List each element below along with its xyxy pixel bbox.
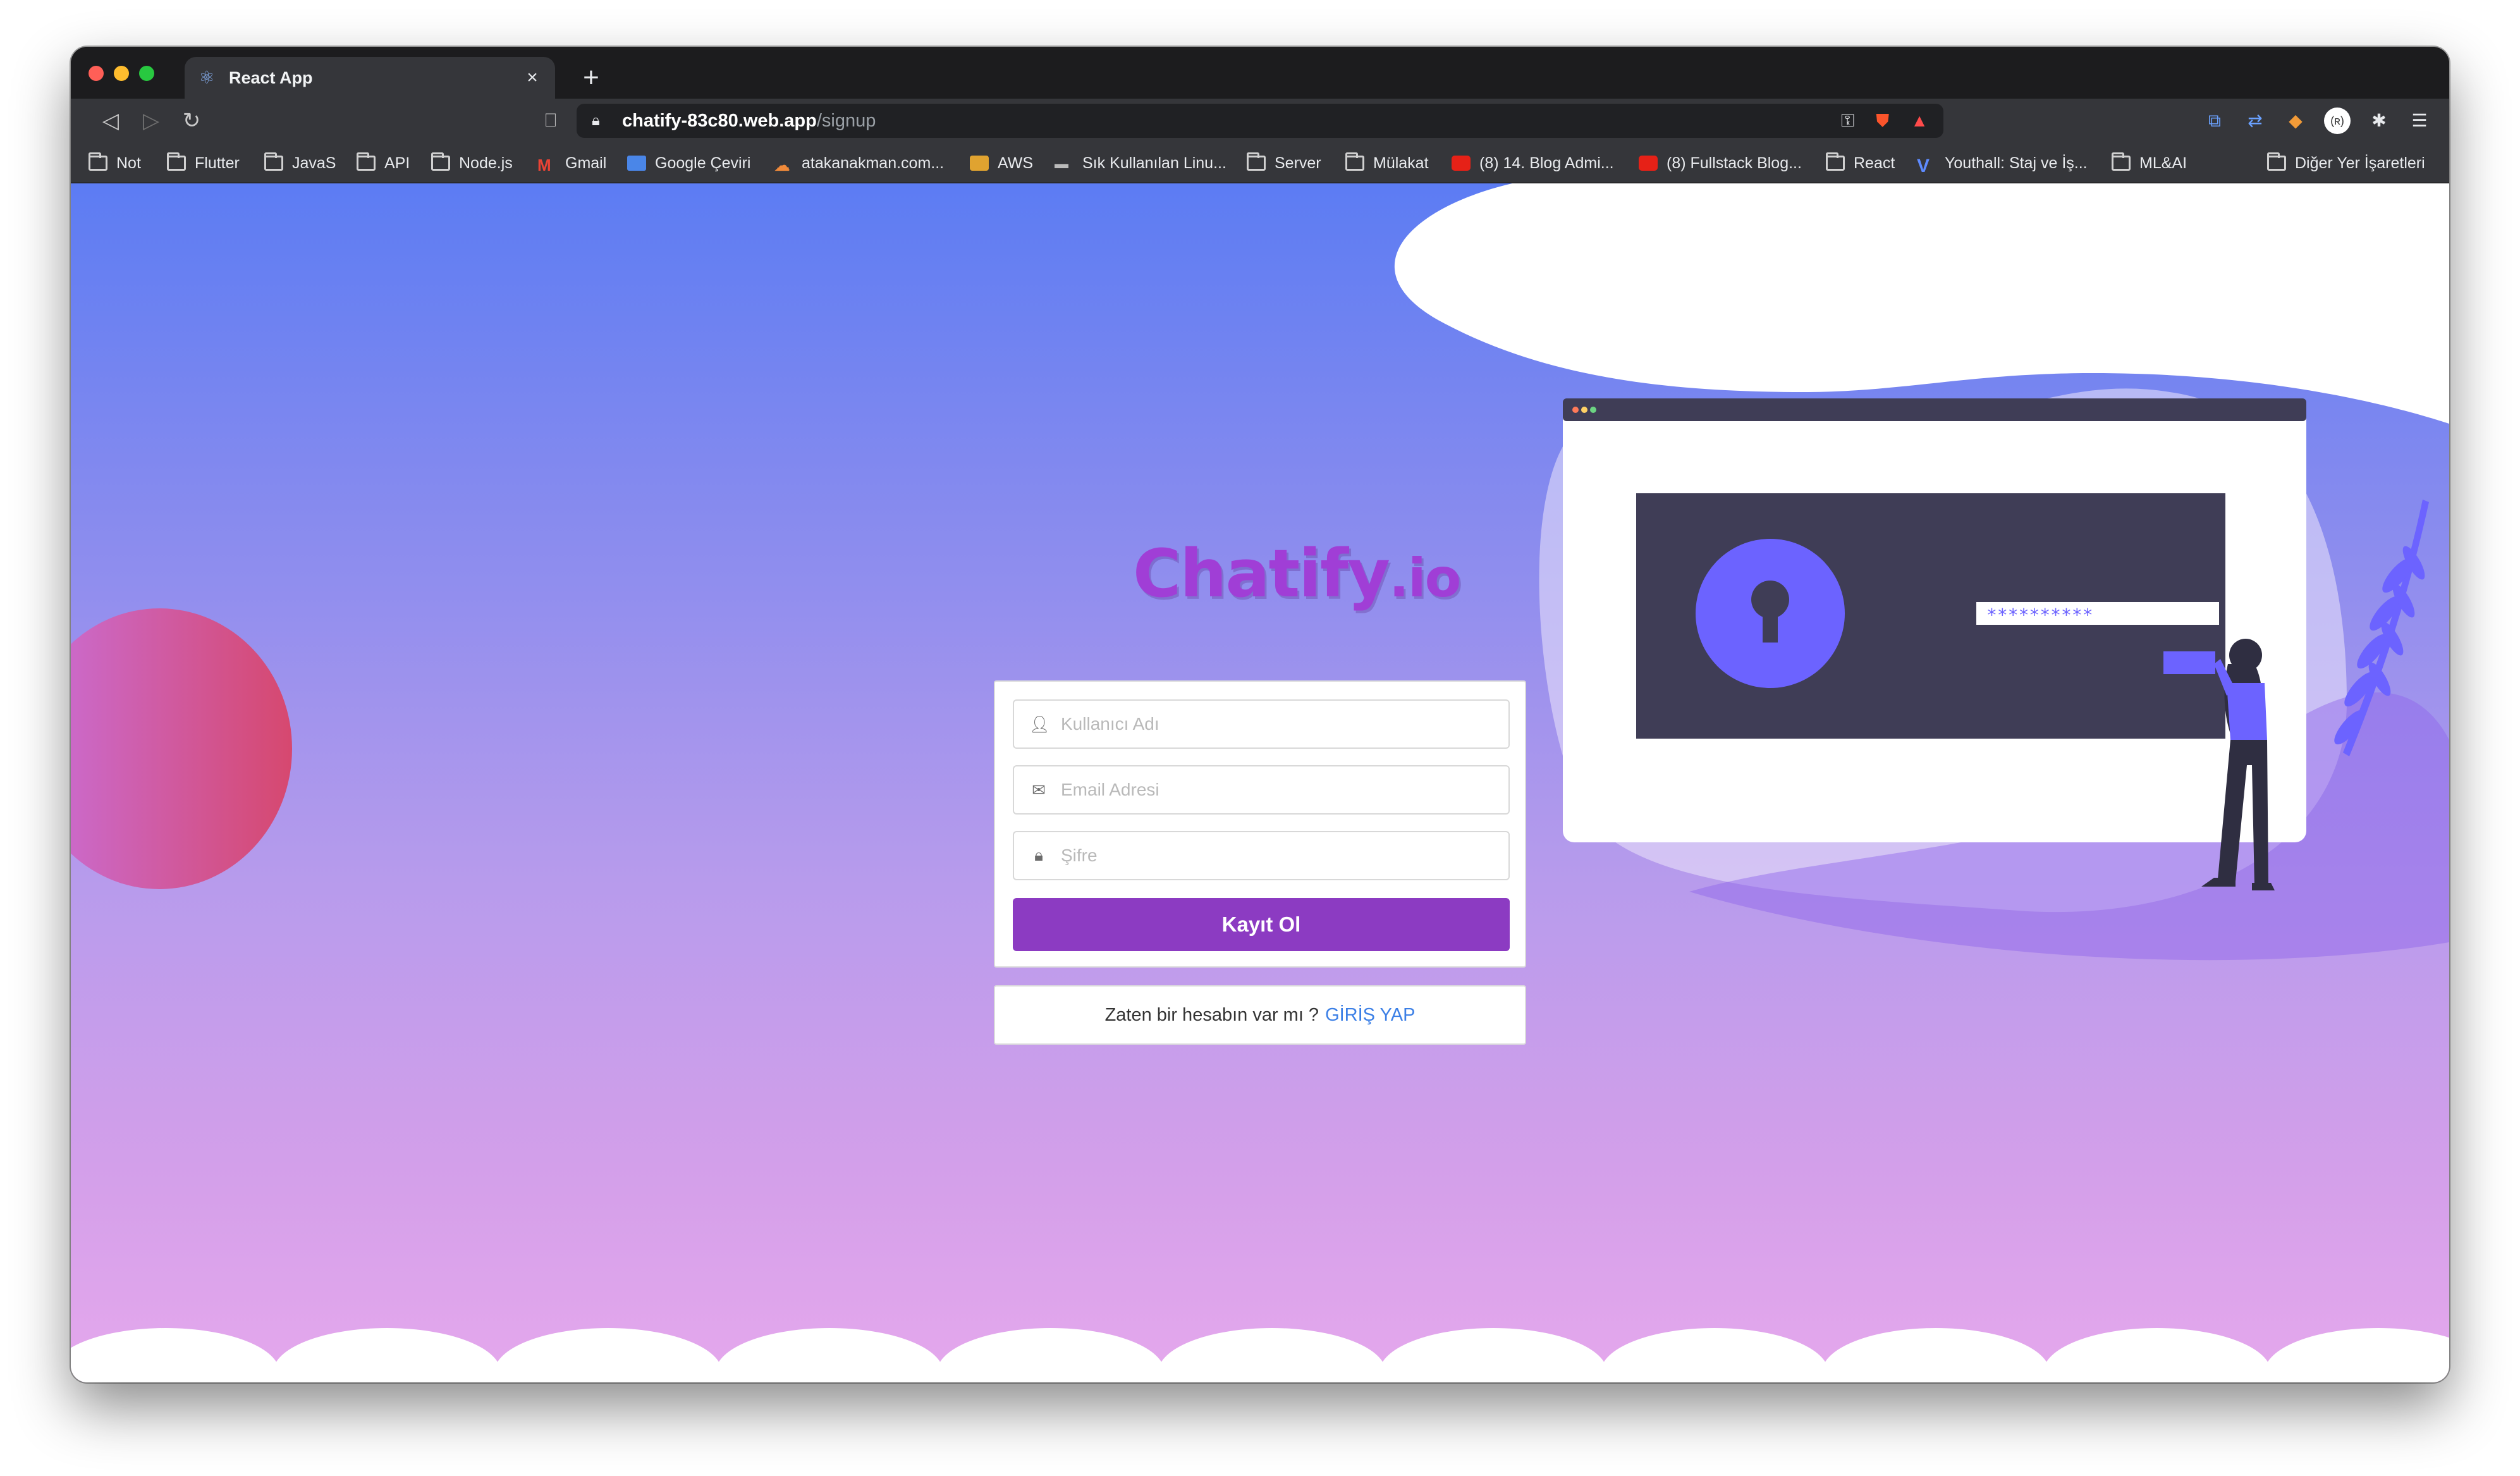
youthall-icon: V xyxy=(1917,156,1930,176)
bookmark-linux[interactable]: ▬ Sık Kullanılan Linu... xyxy=(1055,152,1226,175)
password-field[interactable]: 🔒︎ xyxy=(1013,831,1510,880)
login-prompt-card: Zaten bir hesabın var mı ? GİRİŞ YAP xyxy=(994,985,1526,1045)
maximize-window-button[interactable] xyxy=(139,66,154,81)
security-illustration: ********** xyxy=(1563,398,2429,890)
signup-page: ********** Chatify.io 👤︎ Kullanıcı Adı ✉… xyxy=(71,183,2449,1382)
youtube-icon xyxy=(1639,156,1658,171)
browser-toolbar: ◁ ▷ ↻ ⎕ 🔒︎ chatify-83c80.web.app/signup … xyxy=(71,99,2449,143)
bookmark-fullstack-blog[interactable]: (8) Fullstack Blog... xyxy=(1639,152,1802,175)
bookmark-mlai[interactable]: ML&AI xyxy=(2112,152,2187,175)
react-icon: ⚛ xyxy=(199,68,215,87)
translate-ext-icon[interactable]: ⧉ xyxy=(2201,108,2228,134)
address-bar[interactable]: 🔒︎ chatify-83c80.web.app/signup ⚿ ⛊ ▲ xyxy=(577,104,1943,138)
envelope-icon: ✉ xyxy=(1032,780,1046,799)
folder-icon xyxy=(89,152,107,171)
extension-badge-icon[interactable]: (ʀ) xyxy=(2324,108,2351,134)
email-input[interactable] xyxy=(1061,780,1493,800)
menu-icon[interactable]: ☰ xyxy=(2406,108,2433,134)
bookmarks-bar: Not Flutter JavaS API Node.js M Gmail Goo… xyxy=(71,143,2449,183)
bookmark-not[interactable]: Not xyxy=(89,152,141,175)
folder-icon xyxy=(1247,152,1266,171)
bookmark-blog-admin[interactable]: (8) 14. Blog Admi... xyxy=(1452,152,1614,175)
folder-icon xyxy=(2112,152,2131,171)
tab-strip: ⚛ React App × + xyxy=(71,47,2449,99)
folder-icon xyxy=(431,152,450,171)
password-input[interactable] xyxy=(1061,846,1493,866)
folder-icon xyxy=(264,152,283,171)
bookmark-atakanakman[interactable]: ☁ atakanakman.com... xyxy=(774,152,944,175)
gmail-icon: M xyxy=(537,156,551,175)
box-icon xyxy=(970,156,989,171)
metamask-icon[interactable]: ◆ xyxy=(2282,108,2309,134)
brave-rewards-icon[interactable]: ▲ xyxy=(1911,111,1928,131)
extensions-puzzle-icon[interactable]: ✱ xyxy=(2366,108,2392,134)
new-tab-button[interactable]: + xyxy=(570,57,612,99)
tab-close-icon[interactable]: × xyxy=(522,67,542,89)
username-field[interactable]: 👤︎ xyxy=(1013,699,1510,749)
folder-icon xyxy=(1345,152,1364,171)
minimize-window-button[interactable] xyxy=(114,66,129,81)
translate-ext2-icon[interactable]: ⇄ xyxy=(2242,108,2268,134)
url-text: chatify-83c80.web.app/signup xyxy=(622,110,876,131)
browser-window: ⚛ React App × + ◁ ▷ ↻ ⎕ 🔒︎ chatify-83c80… xyxy=(71,47,2449,1382)
signup-form-card: 👤︎ ✉ 🔒︎ Kayıt Ol xyxy=(994,680,1526,968)
tab-title: React App xyxy=(229,68,313,87)
translate-icon xyxy=(627,156,646,171)
folder-icon xyxy=(167,152,186,171)
key-icon[interactable]: ⚿ xyxy=(1841,111,1854,132)
folder-icon xyxy=(1826,152,1845,171)
reload-icon[interactable]: ↻ xyxy=(177,106,206,135)
cloud-icon: ☁ xyxy=(774,156,790,175)
bookmark-other[interactable]: Diğer Yer İşaretleri xyxy=(2267,152,2425,175)
bookmark-nodejs[interactable]: Node.js xyxy=(431,152,513,175)
login-link[interactable]: GİRİŞ YAP xyxy=(1325,1005,1415,1026)
tab-react-app[interactable]: ⚛ React App × xyxy=(185,57,555,99)
lock-icon: 🔒︎ xyxy=(592,112,600,129)
bookmark-mulakat[interactable]: Mülakat xyxy=(1345,152,1429,175)
forward-icon[interactable]: ▷ xyxy=(137,106,166,135)
bookmark-youthall[interactable]: V Youthall: Staj ve İş... xyxy=(1917,152,2088,177)
folder-icon xyxy=(357,152,376,171)
bookmark-gmail[interactable]: M Gmail xyxy=(537,152,606,175)
chatify-logo: Chatify.io xyxy=(1133,535,1461,612)
bookmark-icon[interactable]: ⎕ xyxy=(536,106,565,135)
bookmark-server[interactable]: Server xyxy=(1247,152,1321,175)
email-field[interactable]: ✉ xyxy=(1013,765,1510,815)
bookmark-aws[interactable]: AWS xyxy=(970,152,1033,175)
password-mask-text: ********** xyxy=(1986,605,2093,625)
lock-icon: 🔒︎ xyxy=(1034,846,1043,864)
login-prompt-text: Zaten bir hesabın var mı ? xyxy=(1104,1004,1319,1025)
folder-icon xyxy=(2267,152,2286,171)
bookmark-react[interactable]: React xyxy=(1826,152,1895,175)
bookmark-flutter[interactable]: Flutter xyxy=(167,152,240,175)
brave-shield-icon[interactable]: ⛊ xyxy=(1876,111,1889,132)
bookmark-api[interactable]: API xyxy=(357,152,410,175)
user-icon: 👤︎ xyxy=(1029,714,1051,734)
signup-button[interactable]: Kayıt Ol xyxy=(1013,898,1510,951)
back-icon[interactable]: ◁ xyxy=(96,106,125,135)
bookmark-google-ceviri[interactable]: Google Çeviri xyxy=(627,152,750,175)
youtube-icon xyxy=(1452,156,1471,171)
username-input[interactable] xyxy=(1061,714,1493,734)
terminal-icon: ▬ xyxy=(1055,156,1068,171)
close-window-button[interactable] xyxy=(89,66,104,81)
bookmark-javas[interactable]: JavaS xyxy=(264,152,336,175)
